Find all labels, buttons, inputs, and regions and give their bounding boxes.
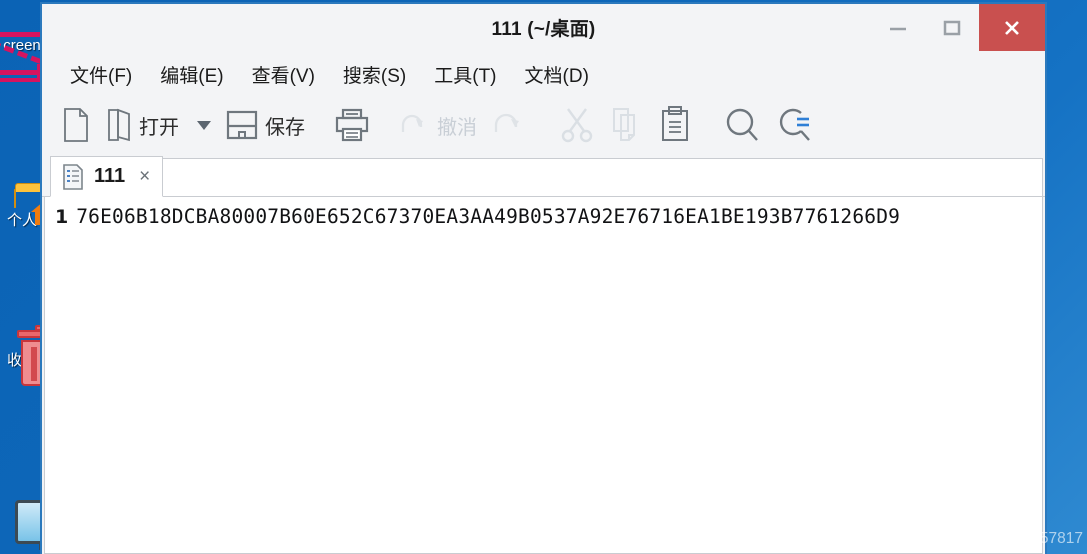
tab-label: 111 — [94, 165, 126, 187]
redo-arrow-icon — [494, 113, 519, 132]
desktop-icon-trash[interactable]: 收站 — [0, 325, 71, 386]
window-title: 111 (~/桌面) — [491, 19, 596, 40]
copy-pages-icon — [613, 108, 635, 141]
maximize-button[interactable] — [925, 4, 979, 51]
menu-search[interactable]: 搜索(S) — [329, 57, 420, 92]
find-replace-icon — [779, 108, 810, 141]
menu-edit[interactable]: 编辑(E) — [146, 57, 237, 92]
undo-button[interactable]: 撤消 — [390, 103, 484, 147]
save-floppy-icon — [226, 110, 258, 140]
open-label: 打开 — [139, 116, 179, 139]
open-file-button[interactable]: 打开 — [98, 103, 186, 147]
copy-button[interactable] — [602, 103, 652, 147]
line-text: 76E06B18DCBA80007B60E652C67370EA3AA49B05… — [76, 205, 901, 228]
desktop-icon-home-folder[interactable]: 个人 — [0, 189, 57, 230]
desktop-icon-screenshot[interactable]: creen — [0, 18, 89, 82]
desktop-icon-computer[interactable] — [0, 500, 85, 550]
maximize-icon — [943, 20, 961, 35]
save-button[interactable]: 保存 — [218, 103, 312, 147]
window-controls — [871, 4, 1045, 51]
menu-file[interactable]: 文件(F) — [56, 57, 146, 92]
document-tab-icon — [63, 163, 83, 190]
menu-documents[interactable]: 文档(D) — [511, 57, 603, 92]
search-icon — [726, 108, 758, 141]
save-label: 保存 — [265, 116, 305, 139]
undo-label: 撤消 — [437, 116, 477, 139]
paste-button[interactable] — [652, 103, 698, 147]
replace-button[interactable] — [768, 103, 820, 147]
undo-arrow-icon — [401, 114, 423, 132]
toolbar: 打开 保存 撤消 — [42, 98, 1045, 152]
new-file-button[interactable] — [54, 103, 98, 147]
tab-strip-empty-area — [163, 158, 1043, 197]
window-titlebar[interactable]: 111 (~/桌面) — [42, 4, 1045, 51]
code-line: 1 76E06B18DCBA80007B60E652C67370EA3AA49B… — [45, 197, 1042, 228]
open-folder-icon — [108, 108, 130, 142]
line-number: 1 — [55, 206, 69, 228]
cut-button[interactable] — [552, 103, 602, 147]
clipboard-paste-icon — [662, 106, 688, 141]
new-document-icon — [64, 108, 88, 142]
redo-button[interactable] — [484, 103, 534, 147]
chevron-down-icon — [197, 120, 211, 130]
tab-strip: 111 × — [42, 152, 1045, 197]
desktop-screen: creen 个人 收站 111 (~/桌面) — [0, 0, 1087, 554]
printer-icon — [335, 108, 369, 142]
minimize-button[interactable] — [871, 4, 925, 51]
open-dropdown-button[interactable] — [186, 103, 218, 147]
minimize-icon — [890, 27, 906, 30]
editor-text-area[interactable]: 1 76E06B18DCBA80007B60E652C67370EA3AA49B… — [44, 197, 1043, 554]
close-button[interactable] — [979, 4, 1045, 51]
scissors-icon — [561, 108, 593, 143]
tab-close-icon[interactable]: × — [139, 167, 150, 186]
text-editor-window: 111 (~/桌面) 文件(F) 编辑(E) 查看(V) 搜索(S) 工具(T)… — [40, 2, 1047, 554]
tab-111[interactable]: 111 × — [50, 156, 164, 197]
print-button[interactable] — [326, 103, 378, 147]
find-button[interactable] — [716, 103, 768, 147]
menu-view[interactable]: 查看(V) — [238, 57, 329, 92]
menu-bar: 文件(F) 编辑(E) 查看(V) 搜索(S) 工具(T) 文档(D) — [42, 51, 1045, 98]
close-icon — [1005, 20, 1019, 35]
menu-tools[interactable]: 工具(T) — [420, 57, 510, 92]
folder-home-icon — [14, 189, 57, 225]
